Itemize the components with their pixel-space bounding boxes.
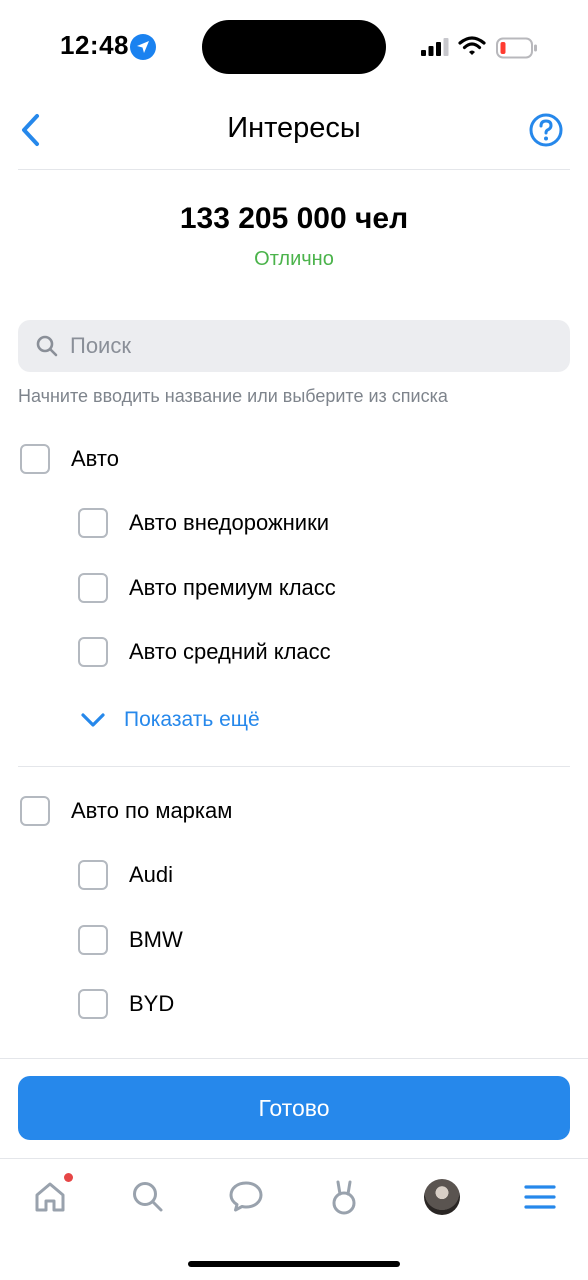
footer-divider	[0, 1058, 588, 1059]
search-input[interactable]	[70, 333, 530, 359]
home-icon	[35, 1182, 65, 1212]
tab-menu[interactable]	[520, 1177, 560, 1217]
checkbox[interactable]	[78, 508, 108, 538]
header-divider	[18, 169, 570, 170]
tab-profile[interactable]	[422, 1177, 462, 1217]
category-label: Авто по маркам	[71, 798, 233, 823]
tab-home[interactable]	[30, 1177, 70, 1217]
help-button[interactable]	[528, 112, 564, 148]
home-indicator	[188, 1261, 400, 1267]
checkbox[interactable]	[78, 637, 108, 667]
status-time: 12:48	[60, 30, 129, 60]
chat-icon	[229, 1181, 263, 1212]
tab-bar	[0, 1158, 588, 1234]
menu-icon	[524, 1185, 556, 1209]
subcategory-row[interactable]: BMW	[78, 918, 183, 962]
subcategory-row[interactable]: Авто внедорожники	[78, 501, 329, 545]
checkbox[interactable]	[78, 860, 108, 890]
cellular-signal-icon	[420, 38, 450, 61]
notification-badge	[64, 1173, 73, 1182]
tab-search[interactable]	[128, 1177, 168, 1217]
subcategory-row[interactable]: Авто средний класс	[78, 630, 331, 674]
audience-count: 133 205 000 чел	[179, 202, 409, 235]
status-bar: 12:48	[0, 0, 588, 96]
subcategory-label: Авто средний класс	[129, 639, 331, 664]
dynamic-island	[202, 20, 386, 74]
show-more-button[interactable]: Показать ещё	[80, 700, 260, 740]
category-label: Авто	[71, 446, 119, 471]
page-title: Интересы	[227, 112, 361, 144]
search-icon	[36, 335, 58, 357]
subcategory-label: Авто премиум класс	[129, 575, 336, 600]
subcategory-row[interactable]: Авто премиум класс	[78, 566, 336, 610]
subcategory-label: Audi	[129, 862, 174, 887]
category-row[interactable]: Авто	[20, 437, 119, 481]
location-arrow-icon	[130, 34, 156, 60]
battery-low-icon	[496, 37, 538, 64]
subcategory-label: Авто внедорожники	[129, 510, 330, 535]
checkbox[interactable]	[78, 925, 108, 955]
avatar	[424, 1179, 460, 1215]
checkbox[interactable]	[78, 989, 108, 1019]
search-box[interactable]	[18, 320, 570, 372]
search-icon	[133, 1182, 163, 1212]
checkbox[interactable]	[78, 573, 108, 603]
done-button[interactable]: Готово	[18, 1076, 570, 1140]
search-hint: Начните вводить название или выберите из…	[18, 386, 448, 406]
subcategory-row[interactable]: Audi	[78, 853, 173, 897]
subcategory-label: BMW	[129, 927, 183, 952]
chevron-down-icon	[81, 713, 105, 727]
tab-clips[interactable]	[324, 1177, 364, 1217]
question-circle-icon	[529, 113, 563, 147]
nav-header: Интересы	[0, 96, 588, 170]
show-more-label: Показать ещё	[124, 708, 260, 731]
checkbox[interactable]	[20, 796, 50, 826]
wifi-icon	[458, 36, 486, 61]
subcategory-row[interactable]: BYD	[78, 982, 174, 1026]
category-row[interactable]: Авто по маркам	[20, 789, 232, 833]
tab-messages[interactable]	[226, 1177, 266, 1217]
section-divider	[18, 766, 570, 767]
checkbox[interactable]	[20, 444, 50, 474]
bunny-icon	[332, 1180, 356, 1215]
subcategory-label: BYD	[129, 991, 175, 1016]
audience-status: Отлично	[254, 248, 334, 270]
